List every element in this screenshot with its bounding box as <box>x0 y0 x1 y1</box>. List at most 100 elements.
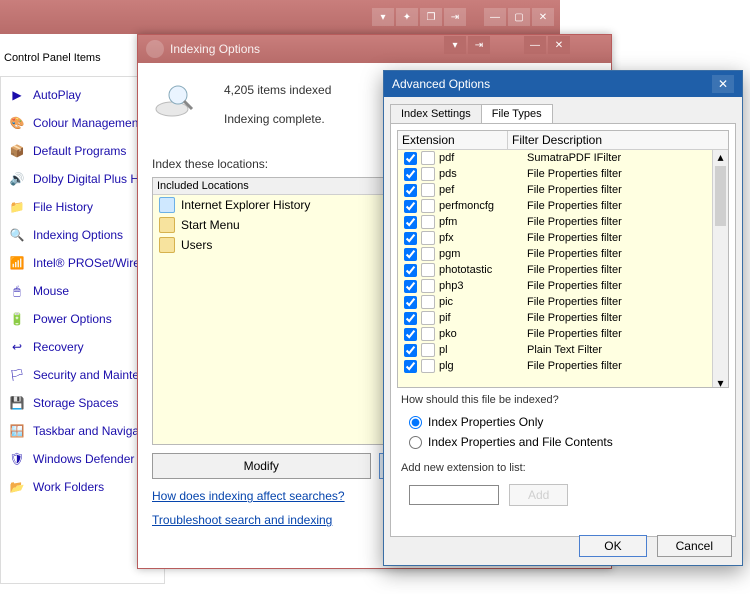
add-button[interactable]: Add <box>509 484 568 506</box>
extension-cell: pif <box>439 312 527 324</box>
file-type-checkbox[interactable] <box>404 168 417 181</box>
file-icon <box>421 263 435 277</box>
cp-item-icon: 🎨 <box>9 115 25 131</box>
file-type-checkbox[interactable] <box>404 312 417 325</box>
file-type-checkbox[interactable] <box>404 248 417 261</box>
tab-index-settings[interactable]: Index Settings <box>390 104 482 124</box>
close-button[interactable]: ✕ <box>548 36 570 54</box>
file-type-checkbox[interactable] <box>404 280 417 293</box>
cp-item-icon: ▶ <box>9 87 25 103</box>
cp-item-label: Mouse <box>33 284 69 298</box>
filter-desc-cell: SumatraPDF IFilter <box>527 152 710 164</box>
folder-icon <box>159 197 175 213</box>
file-icon <box>421 327 435 341</box>
file-type-row[interactable]: pfxFile Properties filter <box>398 230 712 246</box>
window-icon <box>146 40 164 58</box>
file-type-checkbox[interactable] <box>404 216 417 229</box>
file-type-checkbox[interactable] <box>404 232 417 245</box>
location-name: Internet Explorer History <box>181 198 310 212</box>
file-type-checkbox[interactable] <box>404 200 417 213</box>
file-type-row[interactable]: pdfSumatraPDF IFilter <box>398 150 712 166</box>
close-button[interactable]: ✕ <box>532 8 554 26</box>
cp-item-label: Windows Defender F <box>33 452 145 466</box>
ok-button[interactable]: OK <box>579 535 646 557</box>
cp-item-label: Indexing Options <box>33 228 123 242</box>
file-type-row[interactable]: plPlain Text Filter <box>398 342 712 358</box>
file-type-row[interactable]: picFile Properties filter <box>398 294 712 310</box>
add-extension-label: Add new extension to list: <box>397 452 729 480</box>
extension-cell: pgm <box>439 248 527 260</box>
filter-desc-cell: File Properties filter <box>527 312 710 324</box>
column-filter-description[interactable]: Filter Description <box>508 131 728 149</box>
filter-desc-cell: File Properties filter <box>527 296 710 308</box>
filter-desc-cell: File Properties filter <box>527 168 710 180</box>
advanced-options-dialog: Advanced Options ✕ Index Settings File T… <box>383 70 743 566</box>
dialog-title: Advanced Options <box>392 77 712 91</box>
radio-properties-only[interactable]: Index Properties Only <box>397 412 729 432</box>
file-type-row[interactable]: php3File Properties filter <box>398 278 712 294</box>
modify-button[interactable]: Modify <box>152 453 371 479</box>
extension-cell: pko <box>439 328 527 340</box>
cp-item-icon: 🪟 <box>9 423 25 439</box>
radio-properties-and-contents[interactable]: Index Properties and File Contents <box>397 432 729 452</box>
file-types-list[interactable]: Extension Filter Description pdfSumatraP… <box>397 130 729 388</box>
filter-desc-cell: File Properties filter <box>527 264 710 276</box>
file-type-checkbox[interactable] <box>404 264 417 277</box>
filter-desc-cell: File Properties filter <box>527 200 710 212</box>
dialog-titlebar[interactable]: Advanced Options ✕ <box>384 71 742 97</box>
titlebar-btn[interactable]: ❐ <box>420 8 442 26</box>
extension-cell: plg <box>439 360 527 372</box>
cp-item-icon: 🛡 <box>9 451 25 467</box>
folder-icon <box>159 237 175 253</box>
file-type-checkbox[interactable] <box>404 184 417 197</box>
cp-item-icon: 🔍 <box>9 227 25 243</box>
file-type-checkbox[interactable] <box>404 344 417 357</box>
minimize-button[interactable]: — <box>484 8 506 26</box>
extension-cell: php3 <box>439 280 527 292</box>
maximize-button[interactable]: ▢ <box>508 8 530 26</box>
file-type-row[interactable]: plgFile Properties filter <box>398 358 712 374</box>
file-type-row[interactable]: pgmFile Properties filter <box>398 246 712 262</box>
location-name: Users <box>181 238 212 252</box>
file-icon <box>421 311 435 325</box>
file-type-checkbox[interactable] <box>404 296 417 309</box>
filter-desc-cell: File Properties filter <box>527 232 710 244</box>
cp-item-label: Dolby Digital Plus H <box>33 172 139 186</box>
filter-desc-cell: File Properties filter <box>527 360 710 372</box>
file-type-checkbox[interactable] <box>404 360 417 373</box>
titlebar-btn[interactable]: ▾ <box>444 36 466 54</box>
file-type-row[interactable]: pdsFile Properties filter <box>398 166 712 182</box>
file-type-checkbox[interactable] <box>404 152 417 165</box>
file-type-row[interactable]: pfmFile Properties filter <box>398 214 712 230</box>
file-type-row[interactable]: perfmoncfgFile Properties filter <box>398 198 712 214</box>
close-icon[interactable]: ✕ <box>712 75 734 93</box>
file-icon <box>421 295 435 309</box>
filter-desc-cell: File Properties filter <box>527 184 710 196</box>
explorer-titlebar: ▾ ✦ ❐ ⇥ — ▢ ✕ <box>0 0 560 34</box>
scrollbar[interactable]: ▴ ▾ <box>712 150 728 387</box>
cp-item-label: AutoPlay <box>33 88 81 102</box>
file-type-row[interactable]: pefFile Properties filter <box>398 182 712 198</box>
file-type-checkbox[interactable] <box>404 328 417 341</box>
minimize-button[interactable]: — <box>524 36 546 54</box>
titlebar-btn[interactable]: ⇥ <box>468 36 490 54</box>
add-extension-input[interactable] <box>409 485 499 505</box>
file-type-row[interactable]: pifFile Properties filter <box>398 310 712 326</box>
tab-file-types[interactable]: File Types <box>481 104 553 124</box>
cp-item-label: Intel® PROSet/Wire <box>33 256 140 270</box>
filter-desc-cell: File Properties filter <box>527 328 710 340</box>
file-type-row[interactable]: phototasticFile Properties filter <box>398 262 712 278</box>
file-icon <box>421 343 435 357</box>
extension-cell: pl <box>439 344 527 356</box>
file-type-row[interactable]: pkoFile Properties filter <box>398 326 712 342</box>
cancel-button[interactable]: Cancel <box>657 535 732 557</box>
titlebar-btn[interactable]: ⇥ <box>444 8 466 26</box>
extension-cell: pfm <box>439 216 527 228</box>
titlebar-btn[interactable]: ✦ <box>396 8 418 26</box>
control-panel-heading: Control Panel Items <box>4 52 101 64</box>
column-extension[interactable]: Extension <box>398 131 508 149</box>
titlebar-btn[interactable]: ▾ <box>372 8 394 26</box>
cp-item-label: Colour Management <box>33 116 142 130</box>
index-mode-label: How should this file be indexed? <box>397 388 729 412</box>
filter-desc-cell: Plain Text Filter <box>527 344 710 356</box>
